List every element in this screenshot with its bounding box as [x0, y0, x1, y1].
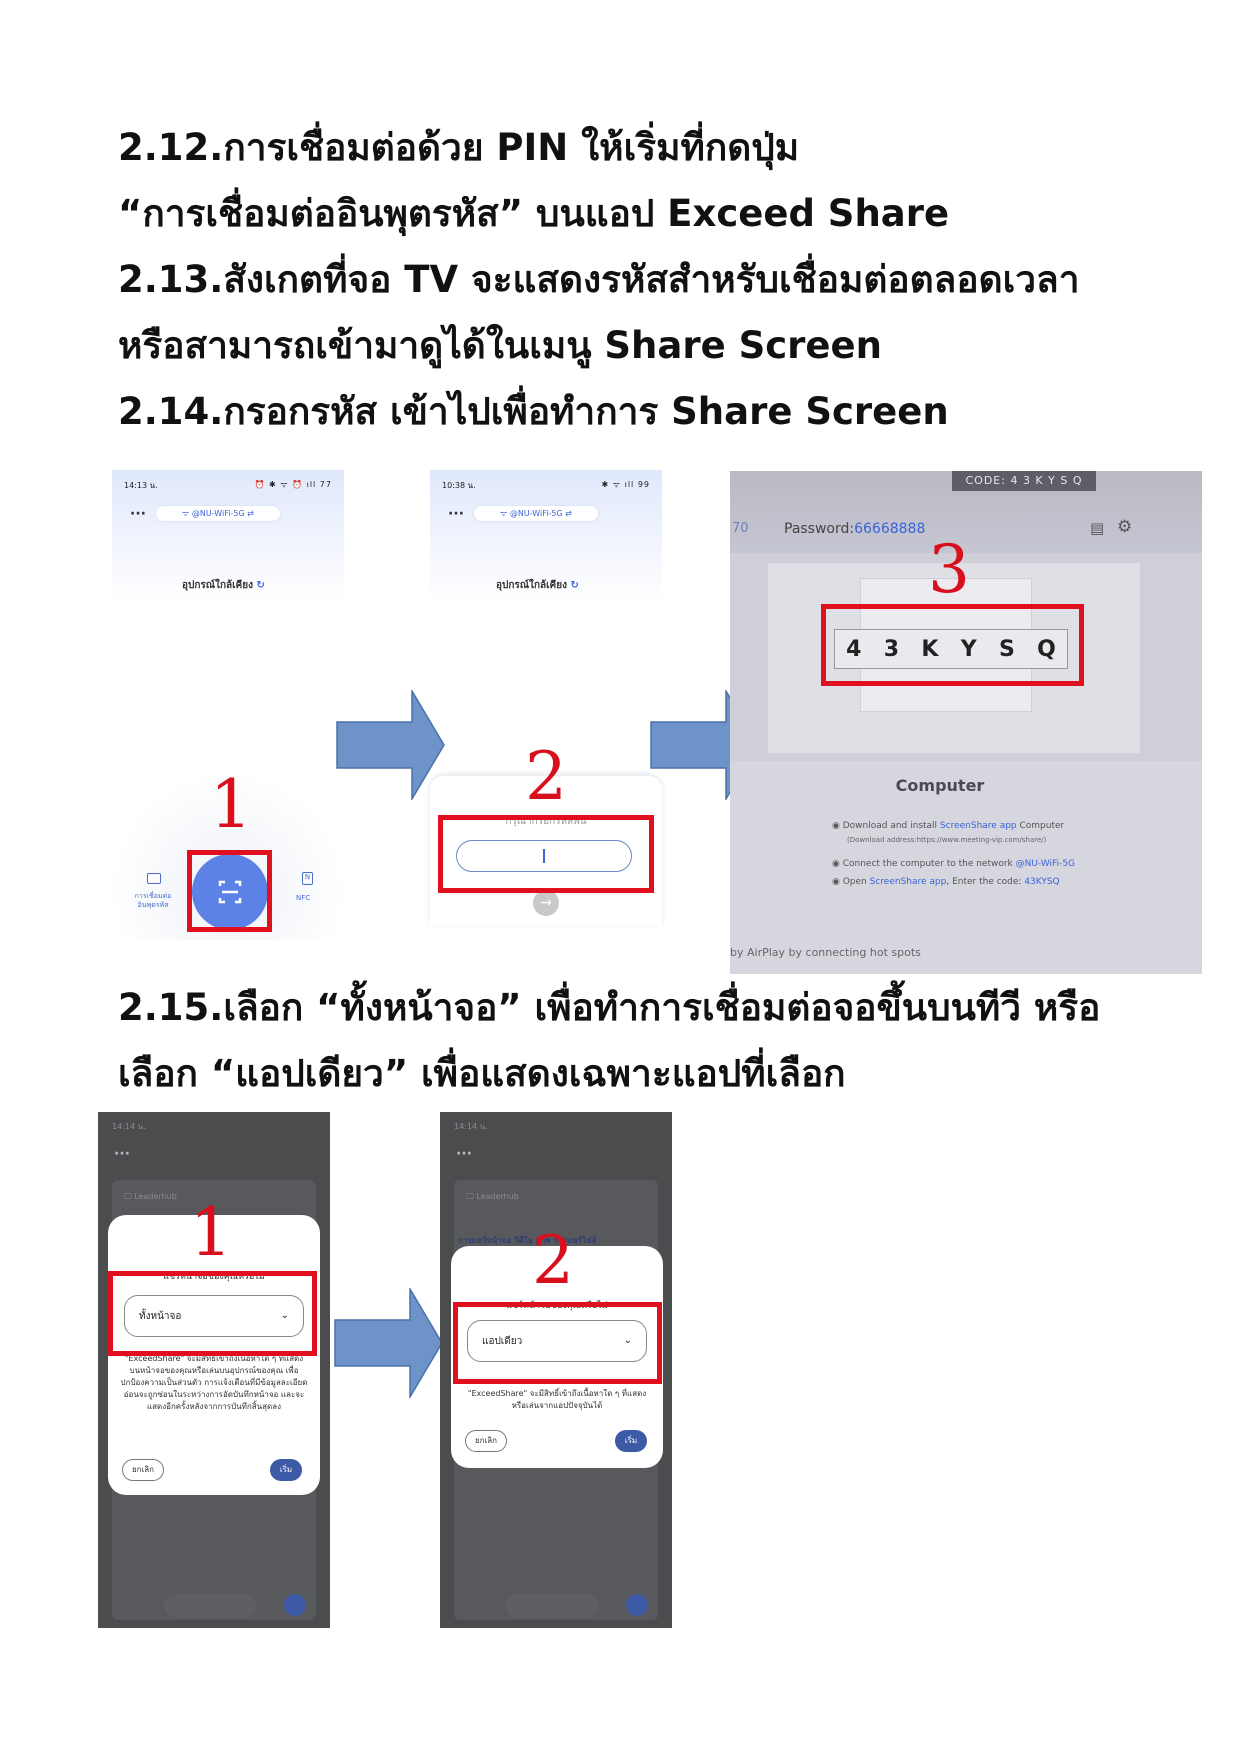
highlight-box-b1 — [108, 1271, 317, 1356]
step-number-b2: 2 — [532, 1222, 574, 1299]
phone-screenshot-nearby-2: 10:38 น. ✱ ᯤ ıll 99 ··· ᯤ @NU-WiFi-5G ⇄ … — [430, 470, 662, 602]
start-button[interactable]: เริ่ม — [615, 1430, 647, 1452]
tv-instructions-area: Computer ◉ Download and install ScreenSh… — [730, 761, 1202, 974]
status-icons: ⏰ ✱ ᯤ ⏰ ıll 77 — [254, 480, 332, 489]
step-number-2: 2 — [525, 738, 567, 815]
nearby-devices-label: อุปกรณ์ใกล้เคียง ↻ — [182, 580, 265, 591]
arrow-right-icon — [336, 690, 445, 800]
tv-footer-text: by AirPlay by connecting hot spots — [730, 946, 921, 959]
cancel-button[interactable]: ยกเลิก — [122, 1459, 164, 1481]
status-time: 14:13 น. — [124, 481, 158, 490]
pin-keyboard-icon — [147, 873, 161, 884]
submit-arrow-button[interactable]: → — [533, 890, 559, 916]
dialog-description: "ExceedShare" จะมีสิทธิ์เข้าถึงเนื้อหาใด… — [467, 1389, 647, 1410]
tv-step-3: ◉ Open ScreenShare app, Enter the code: … — [832, 877, 1060, 887]
gear-icon[interactable]: ⚙ — [1117, 517, 1132, 537]
step-number-1: 1 — [210, 766, 252, 843]
more-menu-icon[interactable]: ··· — [456, 1146, 472, 1162]
tv-left-number: 70 — [732, 521, 749, 536]
more-menu-icon[interactable]: ··· — [114, 1146, 130, 1162]
password-display: Password:66668888 — [784, 521, 926, 537]
nearby-devices-label: อุปกรณ์ใกล้เคียง ↻ — [496, 580, 579, 591]
instruction-line-2-12-cont: “การเชื่อมต่ออินพุตรหัส” บนแอป Exceed Sh… — [118, 192, 950, 235]
instruction-line-2-12: 2.12.การเชื่อมต่อด้วย PIN ให้เริ่มที่กดป… — [118, 126, 800, 169]
highlight-box-1 — [187, 850, 272, 932]
bottom-pill — [164, 1594, 256, 1618]
menu-fab[interactable] — [626, 1594, 648, 1616]
instruction-line-2-15: 2.15.เลือก “ทั้งหน้าจอ” เพื่อทำการเชื่อม… — [118, 986, 1101, 1029]
computer-heading: Computer — [895, 776, 985, 795]
device-name: 🖵 Leaderhub — [466, 1192, 519, 1201]
phone-screenshot-nearby-1: 14:13 น. ⏰ ✱ ᯤ ⏰ ıll 77 ··· ᯤ @NU-WiFi-5… — [112, 470, 344, 602]
nfc-label[interactable]: NFC — [296, 894, 310, 902]
more-menu-icon[interactable]: ··· — [130, 506, 146, 522]
instruction-line-2-14: 2.14.กรอกรหัส เข้าไปเพื่อทำการ Share Scr… — [118, 390, 949, 433]
document-icon[interactable]: ▤ — [1090, 519, 1104, 537]
tv-step-1-address: (Download address:https://www.meeting-vi… — [847, 836, 1047, 844]
instruction-line-2-13: 2.13.สังเกตที่จอ TV จะแสดงรหัสสำหรับเชื่… — [118, 258, 1080, 301]
wifi-name: @NU-WiFi-5G — [191, 509, 245, 518]
wifi-name: @NU-WiFi-5G — [509, 509, 563, 518]
wifi-network-pill[interactable]: ᯤ @NU-WiFi-5G ⇄ — [156, 506, 280, 521]
tv-step-2: ◉ Connect the computer to the network @N… — [832, 859, 1076, 869]
menu-fab[interactable] — [284, 1594, 306, 1616]
step-number-3: 3 — [928, 531, 970, 608]
nfc-icon: N — [302, 872, 313, 885]
status-time: 14:14 น. — [454, 1122, 488, 1131]
instruction-line-2-13-cont: หรือสามารถเข้ามาดูได้ในเมนู Share Screen — [118, 324, 882, 367]
dialog-description: "ExceedShare" จะมีสิทธิ์เข้าถึงเนื้อหาใด… — [120, 1354, 308, 1411]
tv-step-1: ◉ Download and install ScreenShare app C… — [832, 821, 1065, 831]
status-time: 10:38 น. — [442, 481, 476, 490]
device-name: 🖵 Leaderhub — [124, 1192, 177, 1201]
more-menu-icon[interactable]: ··· — [448, 506, 464, 522]
status-icons: ✱ ᯤ ıll 99 — [601, 480, 650, 489]
highlight-box-b2 — [453, 1302, 662, 1384]
code-banner: CODE: 4 3 K Y S Q — [952, 471, 1096, 491]
wifi-network-pill[interactable]: ᯤ @NU-WiFi-5G ⇄ — [474, 506, 598, 521]
status-time: 14:14 น. — [112, 1122, 146, 1131]
step-number-b1: 1 — [190, 1194, 232, 1271]
highlight-box-3 — [821, 604, 1084, 686]
instruction-line-2-15-cont: เลือก “แอปเดียว” เพื่อแสดงเฉพาะแอปที่เลื… — [118, 1052, 846, 1095]
start-button[interactable]: เริ่ม — [270, 1459, 302, 1481]
pin-input-label[interactable]: การเชื่อมต่อ อินพุตรหัส — [128, 892, 178, 910]
bottom-pill — [506, 1594, 598, 1618]
refresh-icon: ↻ — [570, 580, 579, 591]
highlight-box-2 — [438, 815, 654, 893]
refresh-icon: ↻ — [256, 580, 265, 591]
cancel-button[interactable]: ยกเลิก — [465, 1430, 507, 1452]
arrow-right-icon — [334, 1288, 443, 1398]
